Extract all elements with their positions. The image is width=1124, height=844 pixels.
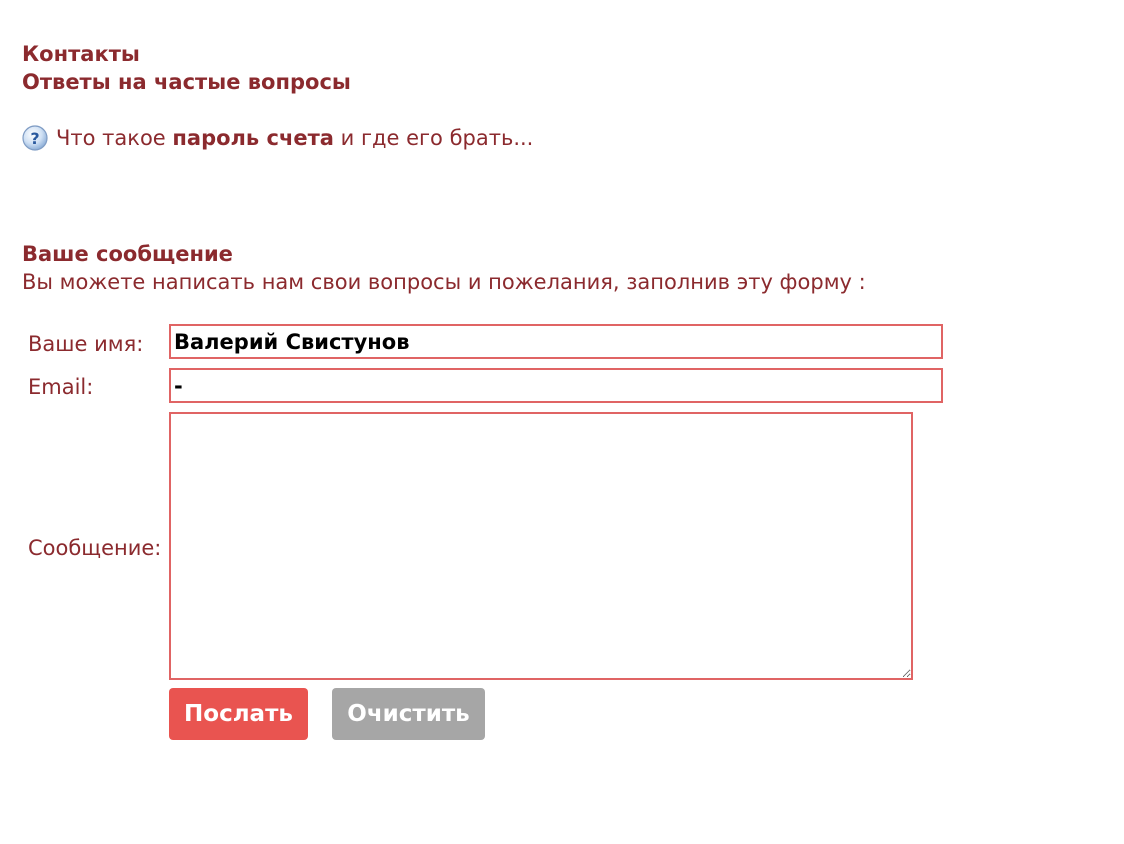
help-question-icon: ? bbox=[22, 125, 48, 151]
email-input[interactable] bbox=[169, 368, 943, 403]
faq-link-suffix: и где его брать... bbox=[333, 126, 534, 150]
form-title: Ваше сообщение bbox=[22, 242, 233, 266]
nav-link-contacts[interactable]: Контакты bbox=[22, 40, 351, 68]
message-textarea[interactable] bbox=[169, 412, 913, 680]
faq-link-prefix: Что такое bbox=[56, 126, 173, 150]
faq-link-bold: пароль счета bbox=[172, 126, 334, 150]
top-nav: Контакты Ответы на частые вопросы bbox=[22, 40, 351, 96]
message-label: Сообщение: bbox=[28, 536, 162, 560]
email-label: Email: bbox=[28, 375, 94, 399]
clear-button[interactable]: Очистить bbox=[332, 688, 485, 740]
name-input[interactable] bbox=[169, 324, 943, 359]
name-label: Ваше имя: bbox=[28, 332, 144, 356]
faq-link-account-password[interactable]: Что такое пароль счета и где его брать..… bbox=[56, 123, 533, 153]
svg-text:?: ? bbox=[30, 129, 39, 148]
nav-link-faq[interactable]: Ответы на частые вопросы bbox=[22, 68, 351, 96]
form-description: Вы можете написать нам свои вопросы и по… bbox=[22, 270, 866, 294]
faq-item: ? Что такое пароль счета и где его брать… bbox=[22, 123, 533, 153]
send-button[interactable]: Послать bbox=[169, 688, 308, 740]
